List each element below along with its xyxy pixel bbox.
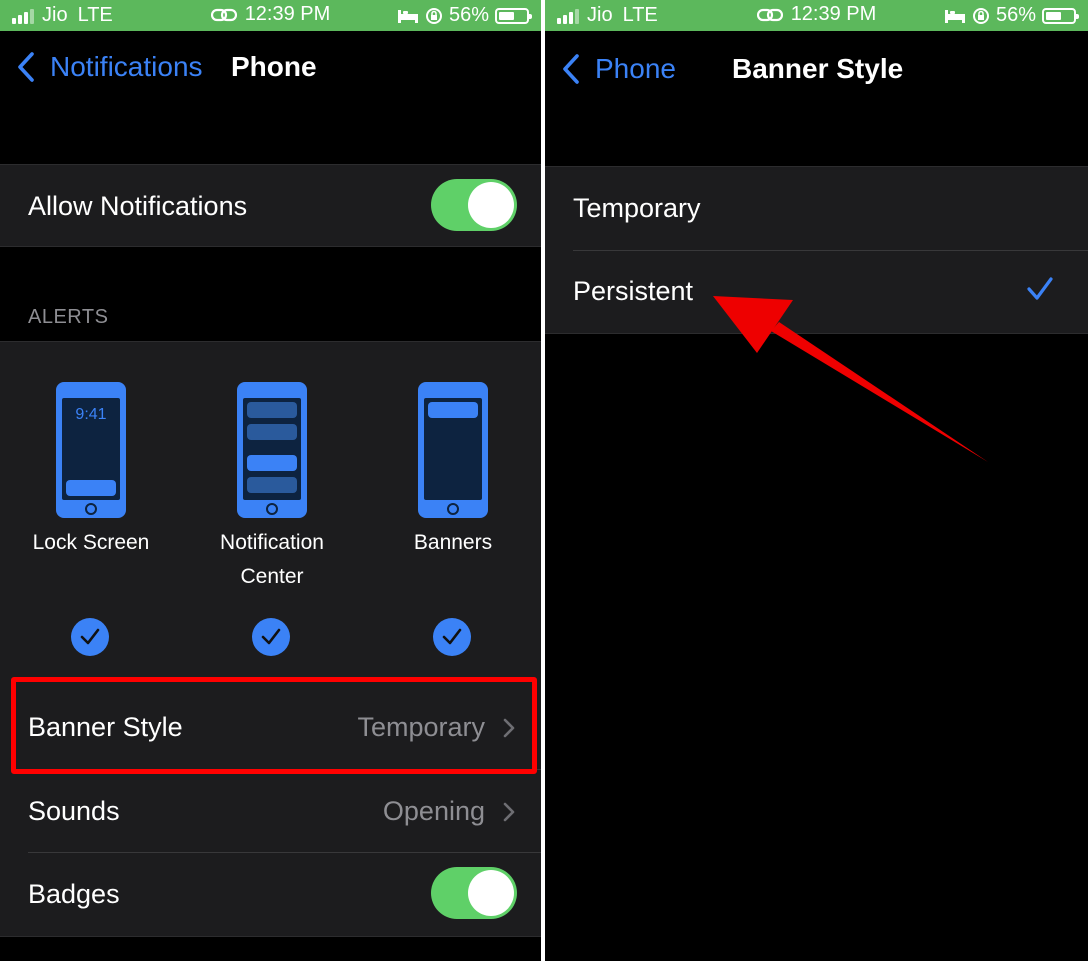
alert-style-notification-center[interactable]: Notification Center: [182, 382, 362, 594]
banner-style-highlight-box: [11, 677, 537, 774]
notification-center-check-icon[interactable]: [252, 618, 290, 656]
back-button[interactable]: Notifications: [16, 51, 203, 83]
allow-notifications-row: Allow Notifications: [0, 165, 541, 246]
nav-bar: Notifications Phone: [0, 31, 541, 111]
sounds-label: Sounds: [28, 796, 120, 826]
toggle-knob: [468, 870, 514, 916]
battery-fill: [499, 11, 514, 20]
hotspot-link-icon: [210, 8, 237, 21]
alert-style-lock-screen[interactable]: 9:41 Lock Screen: [1, 382, 181, 560]
allow-notifications-group: Allow Notifications: [0, 164, 541, 247]
notifications-phone-screen: Jio LTE 12:39 PM 56% Notifications Phone…: [0, 0, 541, 961]
alerts-group: 9:41 Lock Screen Notification Center Bann…: [0, 341, 541, 937]
clock-label: 12:39 PM: [244, 3, 331, 26]
chevron-left-icon: [18, 52, 34, 82]
battery-icon: [495, 7, 532, 24]
orientation-lock-icon: [425, 7, 442, 24]
battery-percent: 56%: [448, 4, 489, 26]
badges-toggle[interactable]: [431, 867, 517, 919]
badges-row: Badges: [0, 853, 541, 936]
alert-style-label-line2: Center: [240, 565, 304, 588]
chevron-right-icon: [503, 802, 515, 822]
alert-style-banners[interactable]: Banners: [363, 382, 541, 560]
status-bar: Jio LTE 12:39 PM 56%: [0, 0, 541, 31]
notification-center-illustration: [237, 382, 307, 518]
lock-screen-clock: 9:41: [75, 406, 107, 423]
banners-illustration: [418, 382, 488, 518]
alert-style-label: Notification Center: [182, 526, 362, 594]
sleep-bed-icon: [397, 9, 418, 23]
sounds-value: Opening: [382, 796, 485, 826]
lock-screen-check-icon[interactable]: [71, 618, 109, 656]
allow-notifications-toggle[interactable]: [431, 179, 517, 231]
allow-notifications-label: Allow Notifications: [28, 191, 248, 221]
badges-label: Badges: [28, 879, 120, 909]
alerts-section-header: ALERTS: [28, 306, 109, 328]
alert-style-label: Lock Screen: [32, 531, 150, 554]
toggle-knob: [468, 182, 514, 228]
back-label: Notifications: [50, 51, 203, 82]
lock-screen-illustration: 9:41: [56, 382, 126, 518]
alert-style-label: Banners: [413, 531, 493, 554]
page-title: Phone: [231, 51, 317, 82]
alert-style-label-line1: Notification: [220, 531, 324, 554]
annotation-arrow: [713, 296, 988, 462]
banners-check-icon[interactable]: [433, 618, 471, 656]
banner-style-screen: Jio LTE 12:39 PM 56% Phone Banner Style …: [545, 0, 1088, 961]
sounds-row[interactable]: Sounds Opening: [0, 770, 541, 853]
